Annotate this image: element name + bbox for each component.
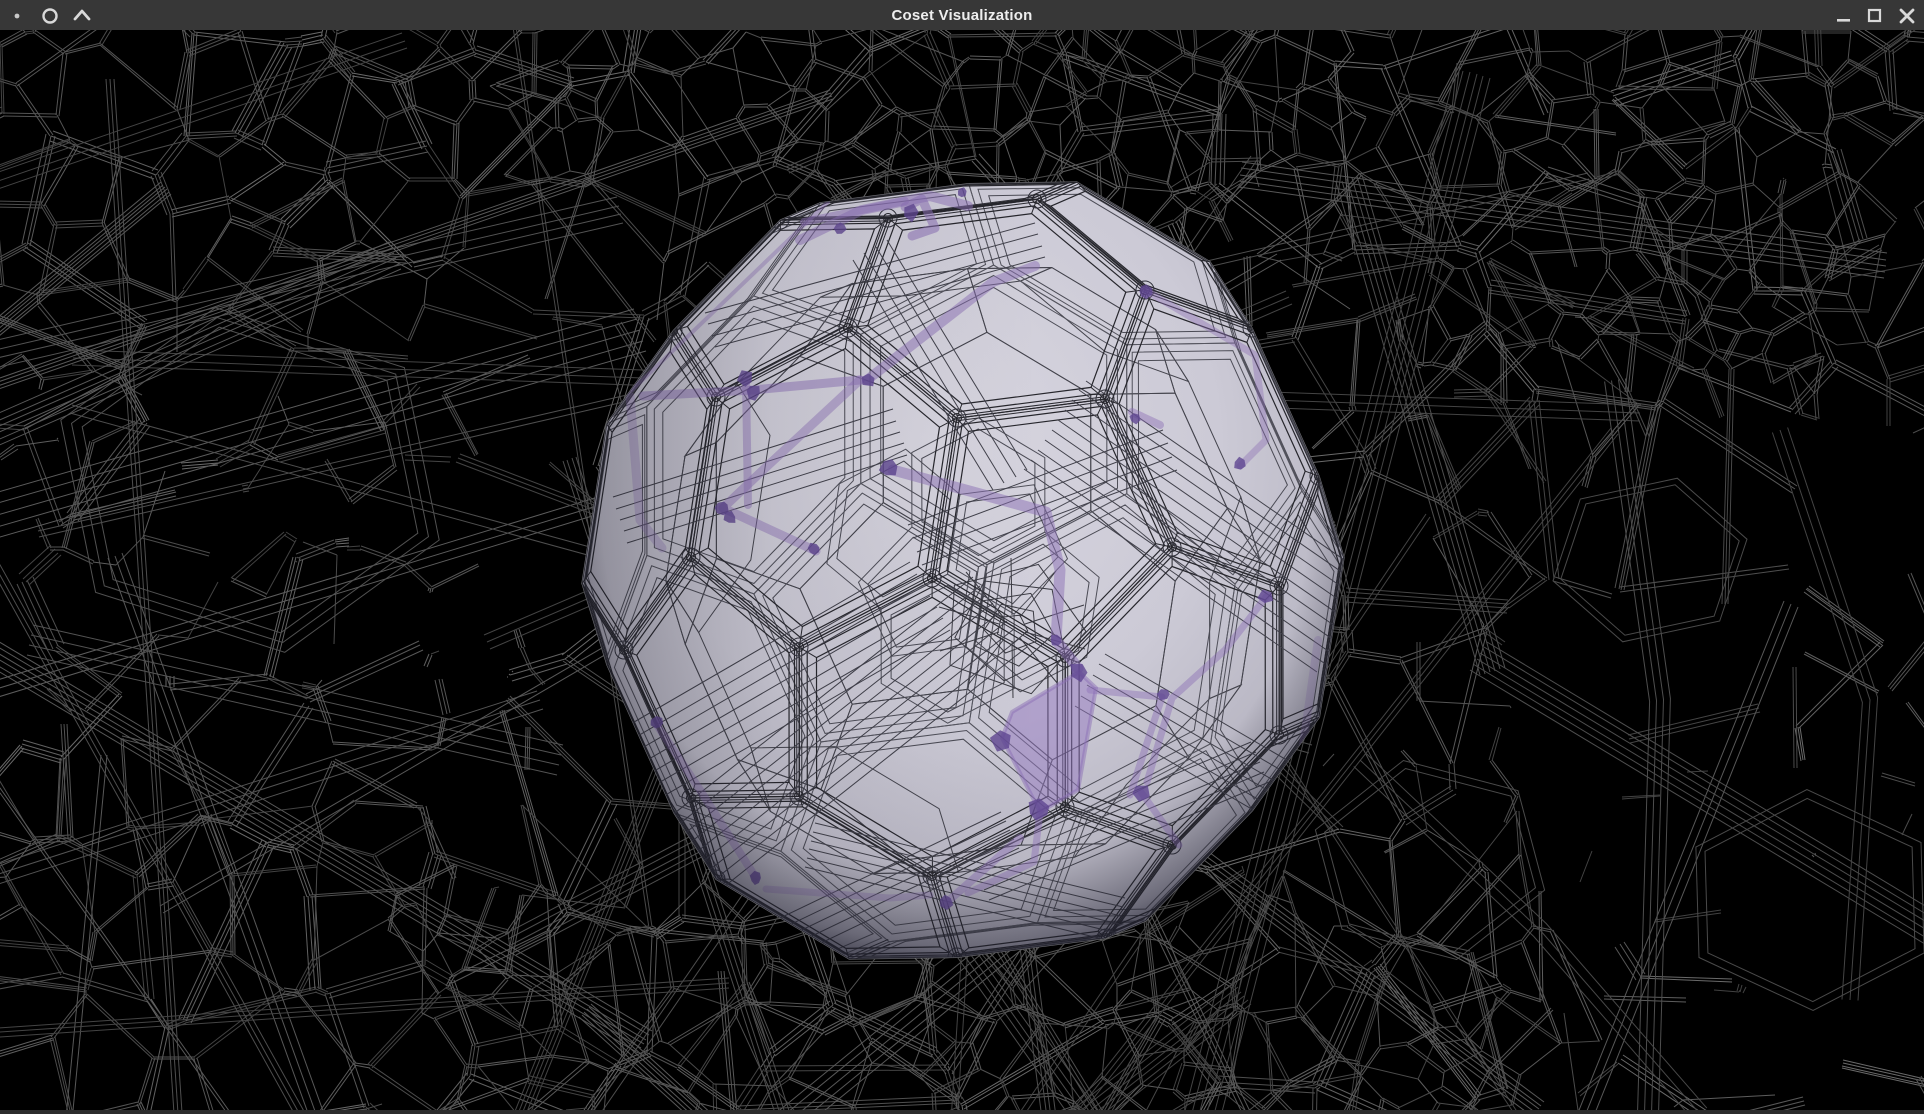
svg-text:Coset Visualization: Coset Visualization — [891, 7, 1032, 24]
